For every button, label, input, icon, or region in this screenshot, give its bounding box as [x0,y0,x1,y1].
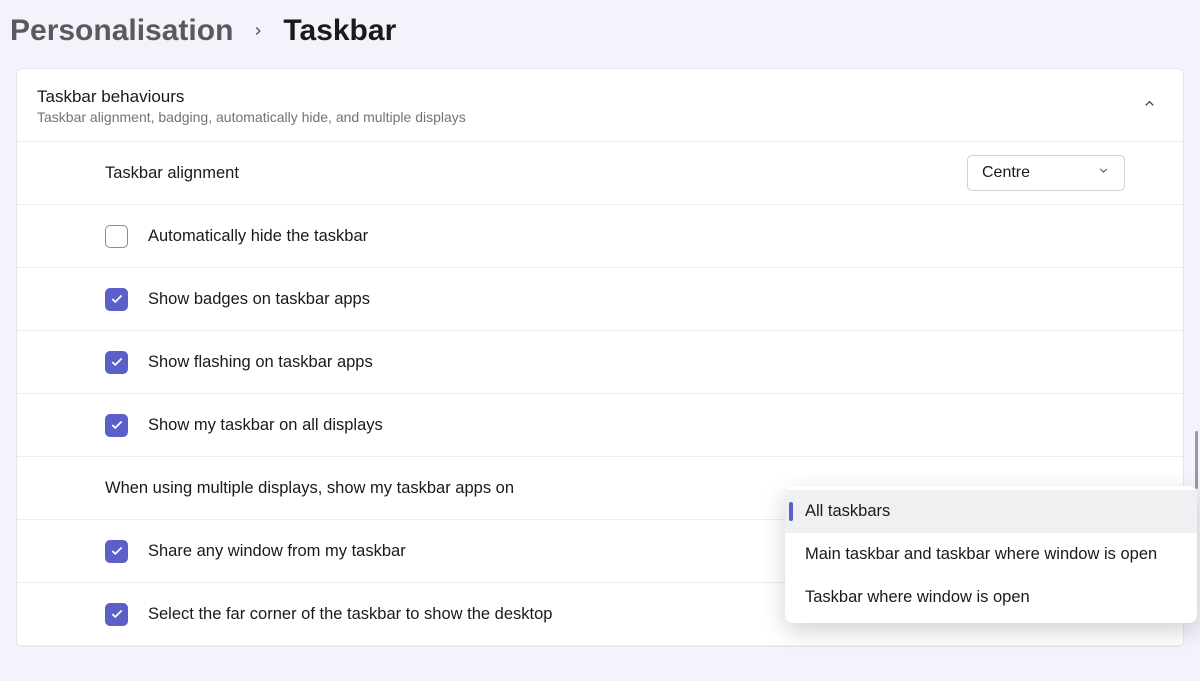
auto-hide-checkbox[interactable] [105,225,128,248]
multi-display-label: When using multiple displays, show my ta… [105,479,514,498]
badges-row: Show badges on taskbar apps [17,268,1183,331]
alignment-select[interactable]: Centre [967,155,1125,191]
breadcrumb-parent[interactable]: Personalisation [10,14,233,48]
badges-checkbox[interactable] [105,288,128,311]
flashing-row: Show flashing on taskbar apps [17,331,1183,394]
scrollbar-thumb[interactable] [1195,431,1198,489]
check-icon [110,355,124,369]
badges-label: Show badges on taskbar apps [148,290,370,309]
flashing-checkbox[interactable] [105,351,128,374]
page-title: Taskbar [283,14,396,48]
chevron-down-icon [1097,164,1110,182]
chevron-right-icon [251,24,265,38]
share-window-checkbox[interactable] [105,540,128,563]
dropdown-item-main-and-window[interactable]: Main taskbar and taskbar where window is… [785,533,1197,576]
alignment-value: Centre [982,164,1030,182]
multi-display-dropdown: All taskbars Main taskbar and taskbar wh… [785,486,1197,623]
breadcrumb: Personalisation Taskbar [0,0,1200,68]
dropdown-item-window-open[interactable]: Taskbar where window is open [785,576,1197,619]
section-subtitle: Taskbar alignment, badging, automaticall… [37,109,466,125]
section-title: Taskbar behaviours [37,87,466,107]
far-corner-label: Select the far corner of the taskbar to … [148,605,552,624]
far-corner-checkbox[interactable] [105,603,128,626]
section-header[interactable]: Taskbar behaviours Taskbar alignment, ba… [17,69,1183,142]
check-icon [110,607,124,621]
check-icon [110,544,124,558]
auto-hide-label: Automatically hide the taskbar [148,227,368,246]
chevron-up-icon [1142,96,1157,116]
alignment-label: Taskbar alignment [105,164,239,183]
flashing-label: Show flashing on taskbar apps [148,353,373,372]
check-icon [110,418,124,432]
dropdown-item-all-taskbars[interactable]: All taskbars [785,490,1197,533]
taskbar-behaviours-panel: Taskbar behaviours Taskbar alignment, ba… [16,68,1184,647]
check-icon [110,292,124,306]
all-displays-label: Show my taskbar on all displays [148,416,383,435]
all-displays-checkbox[interactable] [105,414,128,437]
auto-hide-row: Automatically hide the taskbar [17,205,1183,268]
all-displays-row: Show my taskbar on all displays [17,394,1183,457]
share-window-label: Share any window from my taskbar [148,542,406,561]
taskbar-alignment-row: Taskbar alignment Centre [17,142,1183,205]
